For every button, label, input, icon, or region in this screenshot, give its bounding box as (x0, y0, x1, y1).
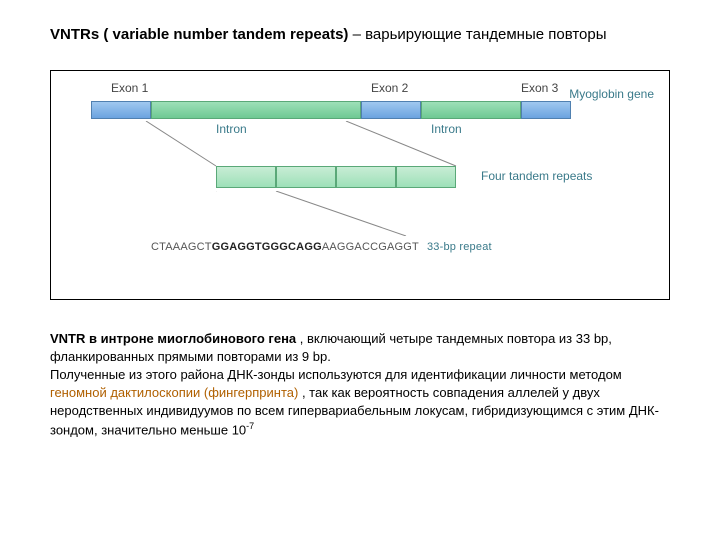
repeat-1 (216, 166, 276, 188)
gene-track (91, 101, 621, 119)
repeat-3 (336, 166, 396, 188)
zoom-lines-2 (216, 191, 456, 236)
exon-2 (361, 101, 421, 119)
sequence-row: CTAAAGCTGGAGGTGGGCAGGAAGGACCGAGGT 33-bp r… (151, 241, 492, 253)
intron-1 (151, 101, 361, 119)
repeat-4 (396, 166, 456, 188)
seq-pre: CTAAAGCT (151, 241, 212, 253)
cap4-sup: -7 (246, 421, 254, 431)
page-title: VNTRs ( variable number tandem repeats) … (50, 25, 670, 45)
cap4-hl: геномной дактилоскопии (фингерпринта) (50, 385, 302, 400)
tandem-repeats (216, 166, 456, 188)
exon-3 (521, 101, 571, 119)
seq-bold: GGAGGTGGGCAGG (212, 241, 322, 253)
seq-label: 33-bp repeat (427, 241, 492, 253)
exon-label-1: Exon 1 (111, 81, 148, 95)
gene-diagram: Exon 1 Exon 2 Exon 3 Intron Intron Myogl… (50, 70, 670, 300)
seq-post: AAGGACCGAGGT (322, 241, 419, 253)
repeat-2 (276, 166, 336, 188)
zoom-lines-1 (81, 121, 611, 171)
cap2: фланкированных прямыми повторами из 9 bp… (50, 349, 331, 364)
title-rest: – варьирующие тандемные повторы (353, 26, 607, 43)
cap3: Полученные из этого района ДНК-зонды исп… (50, 367, 622, 382)
exon-label-3: Exon 3 (521, 81, 558, 95)
repeats-label: Four tandem repeats (481, 169, 592, 183)
cap1-bold: VNTR в интроне миоглобинового гена (50, 331, 300, 346)
intron-2 (421, 101, 521, 119)
cap1-rest: , включающий четыре тандемных повтора из… (300, 331, 612, 346)
exon-label-2: Exon 2 (371, 81, 408, 95)
title-bold: VNTRs ( variable number tandem repeats) (50, 26, 353, 43)
gene-label: Myoglobin gene (569, 87, 654, 101)
exon-1 (91, 101, 151, 119)
caption: VNTR в интроне миоглобинового гена , вкл… (50, 330, 670, 440)
